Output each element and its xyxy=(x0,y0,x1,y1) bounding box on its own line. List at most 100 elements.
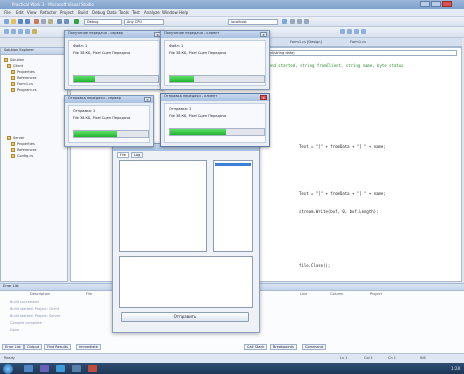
configuration-combo[interactable]: Debug xyxy=(84,19,122,25)
menu-help[interactable]: Help xyxy=(179,10,188,15)
received-files-list[interactable] xyxy=(119,160,207,252)
solution-explorer-pane: Solution Explorer Solution Client Proper… xyxy=(0,47,68,282)
progress-fill xyxy=(74,131,117,137)
redo-icon[interactable] xyxy=(64,19,69,24)
bookmark-icon[interactable] xyxy=(32,29,37,34)
step-over-icon[interactable] xyxy=(354,29,359,34)
main-form-window: Form1 File Log Отправить xyxy=(112,143,260,333)
tab-error-list[interactable]: Error List xyxy=(2,344,24,350)
column-header[interactable]: Description xyxy=(30,292,50,296)
platform-combo[interactable]: Any CPU xyxy=(124,19,164,25)
dialog-close-button[interactable]: x xyxy=(260,32,267,37)
uncomment-icon[interactable] xyxy=(25,29,30,34)
cut-icon[interactable] xyxy=(34,19,39,24)
save-all-icon[interactable] xyxy=(25,19,30,24)
open-file-icon[interactable] xyxy=(11,19,16,24)
table-row[interactable]: Build started: Project: Server xyxy=(10,314,60,318)
find-combo[interactable]: localhost xyxy=(228,19,278,25)
step-out-icon[interactable] xyxy=(361,29,366,34)
send-button[interactable]: Отправить xyxy=(121,312,249,322)
dialog-line: File 38 КБ, Pixel Сцен Передача xyxy=(73,51,131,55)
menu-tools[interactable]: Tools xyxy=(119,10,129,15)
undo-icon[interactable] xyxy=(57,19,62,24)
app-taskbar-icon[interactable] xyxy=(88,365,97,372)
solution-explorer-icon[interactable] xyxy=(290,19,295,24)
tree-item-config[interactable]: Config.cs xyxy=(11,154,33,158)
dialog-close-button[interactable]: x xyxy=(260,95,267,100)
tree-item-client[interactable]: Client xyxy=(7,64,23,68)
menu-view[interactable]: View xyxy=(27,10,37,15)
menu-data[interactable]: Data xyxy=(107,10,117,15)
column-header[interactable]: Column xyxy=(330,292,343,296)
tab-form1-design[interactable]: Form1.cs [Design] xyxy=(290,40,322,44)
window-title: Practical Work 3 - Microsoft Visual Stud… xyxy=(12,2,94,7)
start-debug-icon[interactable] xyxy=(74,19,79,24)
message-textbox[interactable] xyxy=(119,256,253,308)
column-header[interactable]: File xyxy=(86,292,92,296)
tab-output[interactable]: Output xyxy=(24,344,43,350)
tab-find-results[interactable]: Find Results xyxy=(44,344,71,350)
selected-client-row[interactable] xyxy=(215,163,251,166)
progress-bar xyxy=(169,128,265,136)
copy-icon[interactable] xyxy=(41,19,46,24)
close-window-button[interactable] xyxy=(442,1,452,7)
new-project-icon[interactable] xyxy=(4,19,9,24)
tab-breakpoints[interactable]: Breakpoints xyxy=(270,344,297,350)
table-row[interactable]: Compile complete xyxy=(10,321,42,325)
tree-item-properties[interactable]: Properties xyxy=(11,70,35,74)
transfer-dialog: Получение передачи - сервер x Файл: 1 Fi… xyxy=(64,30,164,90)
tab-file[interactable]: File xyxy=(117,152,129,158)
indent-icon[interactable] xyxy=(4,29,9,34)
explorer-taskbar-icon[interactable] xyxy=(24,365,33,372)
tab-form1-cs[interactable]: Form1.cs xyxy=(350,40,366,44)
tree-item-form1[interactable]: Form1.cs xyxy=(11,82,33,86)
transfer-dialog: Получение передачи - клиент x Файл: 1 Fi… xyxy=(160,30,270,90)
menu-edit[interactable]: Edit xyxy=(16,10,24,15)
progress-fill xyxy=(74,76,95,82)
dialog-close-button[interactable]: x xyxy=(144,97,151,102)
save-icon[interactable] xyxy=(18,19,23,24)
tray-clock[interactable]: 1:28 xyxy=(451,366,460,371)
member-combo[interactable]: Send(string data) xyxy=(261,50,457,56)
menu-file[interactable]: File xyxy=(4,10,11,15)
tree-item-server-references[interactable]: References xyxy=(11,148,36,152)
minimize-button[interactable] xyxy=(420,1,430,7)
table-row[interactable]: Build succeeded xyxy=(10,300,39,304)
menu-refactor[interactable]: Refactor xyxy=(40,10,57,15)
table-row[interactable]: Done xyxy=(10,328,19,332)
tree-item-references[interactable]: References xyxy=(11,76,36,80)
tab-log[interactable]: Log xyxy=(131,152,144,158)
tree-item-solution[interactable]: Solution xyxy=(4,58,24,62)
start-button[interactable] xyxy=(3,364,13,374)
tree-item-server-properties[interactable]: Properties xyxy=(11,142,35,146)
tab-call-stack[interactable]: Call Stack xyxy=(244,344,268,350)
paste-icon[interactable] xyxy=(48,19,53,24)
tab-command[interactable]: Command xyxy=(302,344,326,350)
menu-debug[interactable]: Debug xyxy=(92,10,105,15)
app-taskbar-icon[interactable] xyxy=(72,365,81,372)
menu-build[interactable]: Build xyxy=(78,10,88,15)
comment-icon[interactable] xyxy=(18,29,23,34)
visual-studio-taskbar-icon[interactable] xyxy=(40,365,49,372)
app-taskbar-icon[interactable] xyxy=(56,365,65,372)
tab-immediate[interactable]: Immediate xyxy=(76,344,101,350)
find-in-files-icon[interactable] xyxy=(282,19,287,24)
outdent-icon[interactable] xyxy=(11,29,16,34)
tree-item-server[interactable]: Server xyxy=(7,136,24,140)
menu-project[interactable]: Project xyxy=(60,10,74,15)
menu-window[interactable]: Window xyxy=(162,10,178,15)
step-into-icon[interactable] xyxy=(347,29,352,34)
toolbox-icon[interactable] xyxy=(304,19,309,24)
progress-fill xyxy=(170,129,227,135)
table-row[interactable]: Build started: Project: Client xyxy=(10,307,59,311)
properties-icon[interactable] xyxy=(297,19,302,24)
tree-item-program[interactable]: Program.cs xyxy=(11,88,37,92)
toggle-breakpoint-icon[interactable] xyxy=(340,29,345,34)
maximize-button[interactable] xyxy=(431,1,441,7)
clients-list[interactable] xyxy=(213,160,253,252)
column-header[interactable]: Line xyxy=(300,292,307,296)
dialog-line: File 38 КБ, Pixel Сцен Передача xyxy=(73,116,131,120)
menu-analyze[interactable]: Analyze xyxy=(144,10,160,15)
column-header[interactable]: Project xyxy=(370,292,382,296)
menu-test[interactable]: Test xyxy=(132,10,140,15)
